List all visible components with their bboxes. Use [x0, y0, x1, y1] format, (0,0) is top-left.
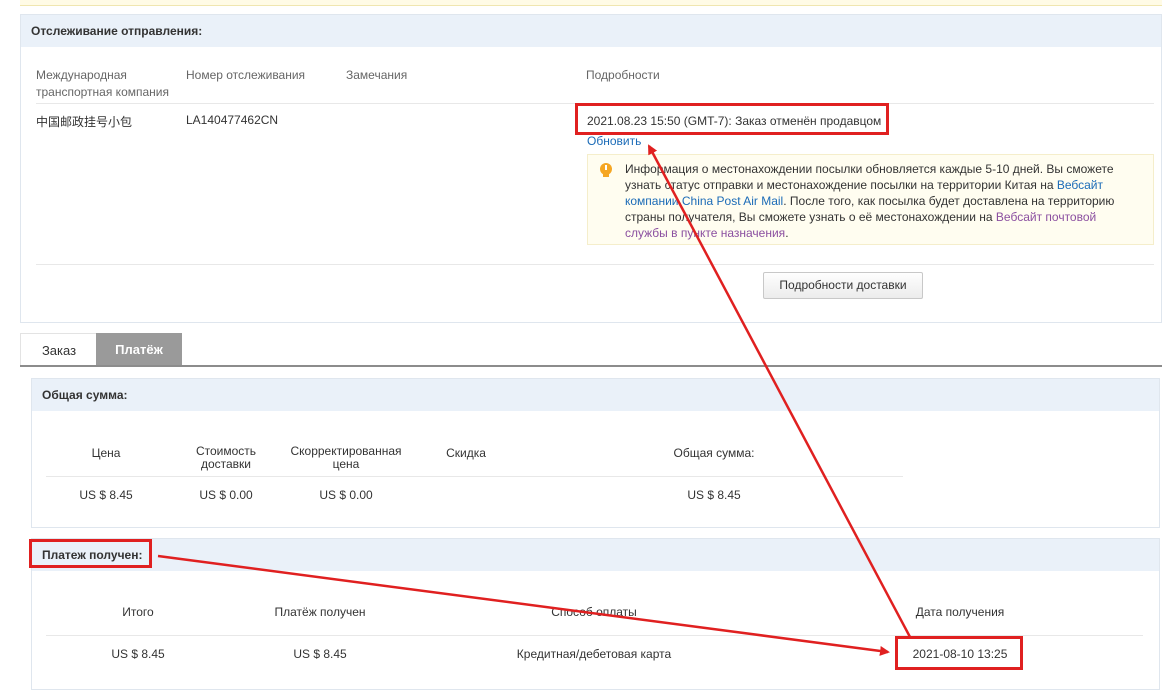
annotation-arrows — [157, 144, 912, 656]
arrow-to-status — [647, 144, 912, 638]
arrow-to-date — [157, 554, 890, 656]
